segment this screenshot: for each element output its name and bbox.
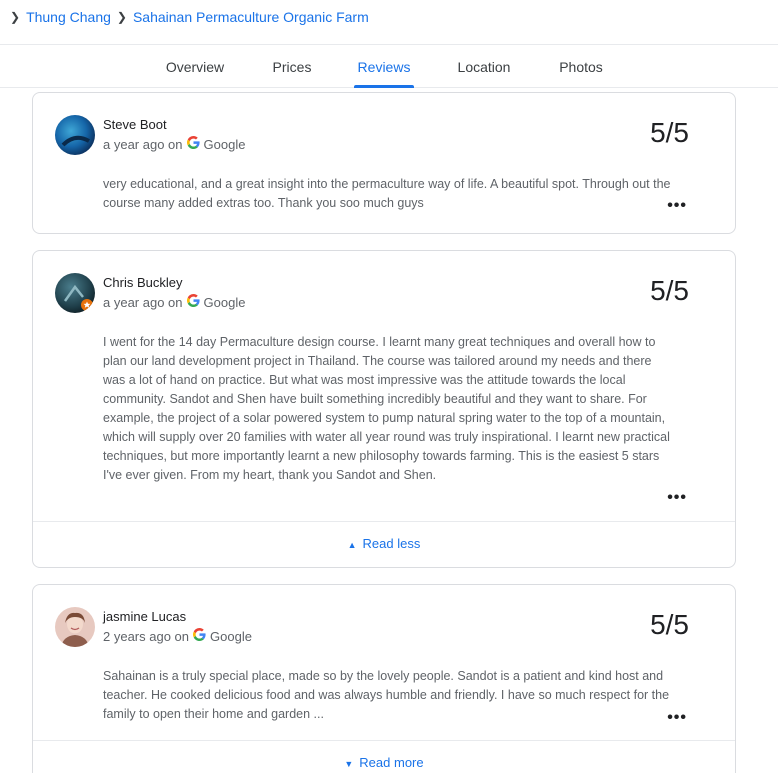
google-g-icon	[193, 628, 206, 644]
review-source: Google	[203, 136, 246, 152]
read-more-button[interactable]: ▼ Read more	[33, 755, 735, 770]
avatar[interactable]	[55, 273, 95, 313]
review-card: Steve Boot a year ago on Google 5/5 very…	[32, 92, 736, 234]
read-less-button[interactable]: ▲ Read less	[33, 536, 735, 551]
caret-up-icon: ▲	[347, 540, 357, 550]
google-g-icon	[186, 136, 200, 152]
divider	[33, 740, 735, 741]
review-time: 2 years ago on	[103, 628, 190, 644]
tab-photos[interactable]: Photos	[554, 45, 608, 88]
review-author[interactable]: Chris Buckley	[103, 275, 182, 290]
more-horiz-icon[interactable]: •••	[667, 489, 687, 507]
review-time: a year ago on	[103, 294, 183, 310]
tab-overview[interactable]: Overview	[158, 45, 232, 88]
tab-bar: Overview Prices Reviews Location Photos	[0, 44, 778, 88]
avatar[interactable]	[55, 607, 95, 647]
more-horiz-icon[interactable]: •••	[667, 709, 687, 727]
tab-location[interactable]: Location	[452, 45, 516, 88]
avatar[interactable]	[55, 115, 95, 155]
review-meta: 2 years ago on Google	[103, 628, 252, 644]
breadcrumb-item-farm[interactable]: Sahainan Permaculture Organic Farm	[133, 9, 369, 25]
google-g-icon	[186, 294, 200, 310]
breadcrumb-item-thung-chang[interactable]: Thung Chang	[26, 9, 111, 25]
review-meta: a year ago on Google	[103, 294, 245, 310]
review-score: 5/5	[650, 275, 689, 306]
caret-down-icon: ▼	[344, 759, 354, 769]
review-card: Chris Buckley a year ago on Google 5/5 I…	[32, 250, 736, 568]
review-score: 5/5	[650, 609, 689, 640]
read-more-label: Read more	[359, 755, 424, 770]
breadcrumb: ❯ Thung Chang ❯ Sahainan Permaculture Or…	[0, 0, 778, 34]
read-less-label: Read less	[362, 536, 421, 551]
review-author[interactable]: jasmine Lucas	[103, 609, 186, 624]
chevron-right-icon: ❯	[10, 10, 21, 24]
tab-prices[interactable]: Prices	[266, 45, 318, 88]
more-horiz-icon[interactable]: •••	[667, 197, 687, 215]
review-card: jasmine Lucas 2 years ago on Google 5/5 …	[32, 584, 736, 773]
review-time: a year ago on	[103, 136, 183, 152]
review-meta: a year ago on Google	[103, 136, 245, 152]
review-author[interactable]: Steve Boot	[103, 117, 167, 132]
review-score: 5/5	[650, 117, 689, 148]
review-source: Google	[203, 294, 246, 310]
review-text: I went for the 14 day Permaculture desig…	[103, 335, 670, 482]
tab-reviews[interactable]: Reviews	[354, 45, 414, 88]
review-text: Sahainan is a truly special place, made …	[103, 669, 670, 721]
chevron-right-icon: ❯	[116, 10, 127, 24]
review-source: Google	[210, 628, 252, 644]
review-text: very educational, and a great insight in…	[103, 177, 671, 210]
divider	[33, 521, 735, 522]
